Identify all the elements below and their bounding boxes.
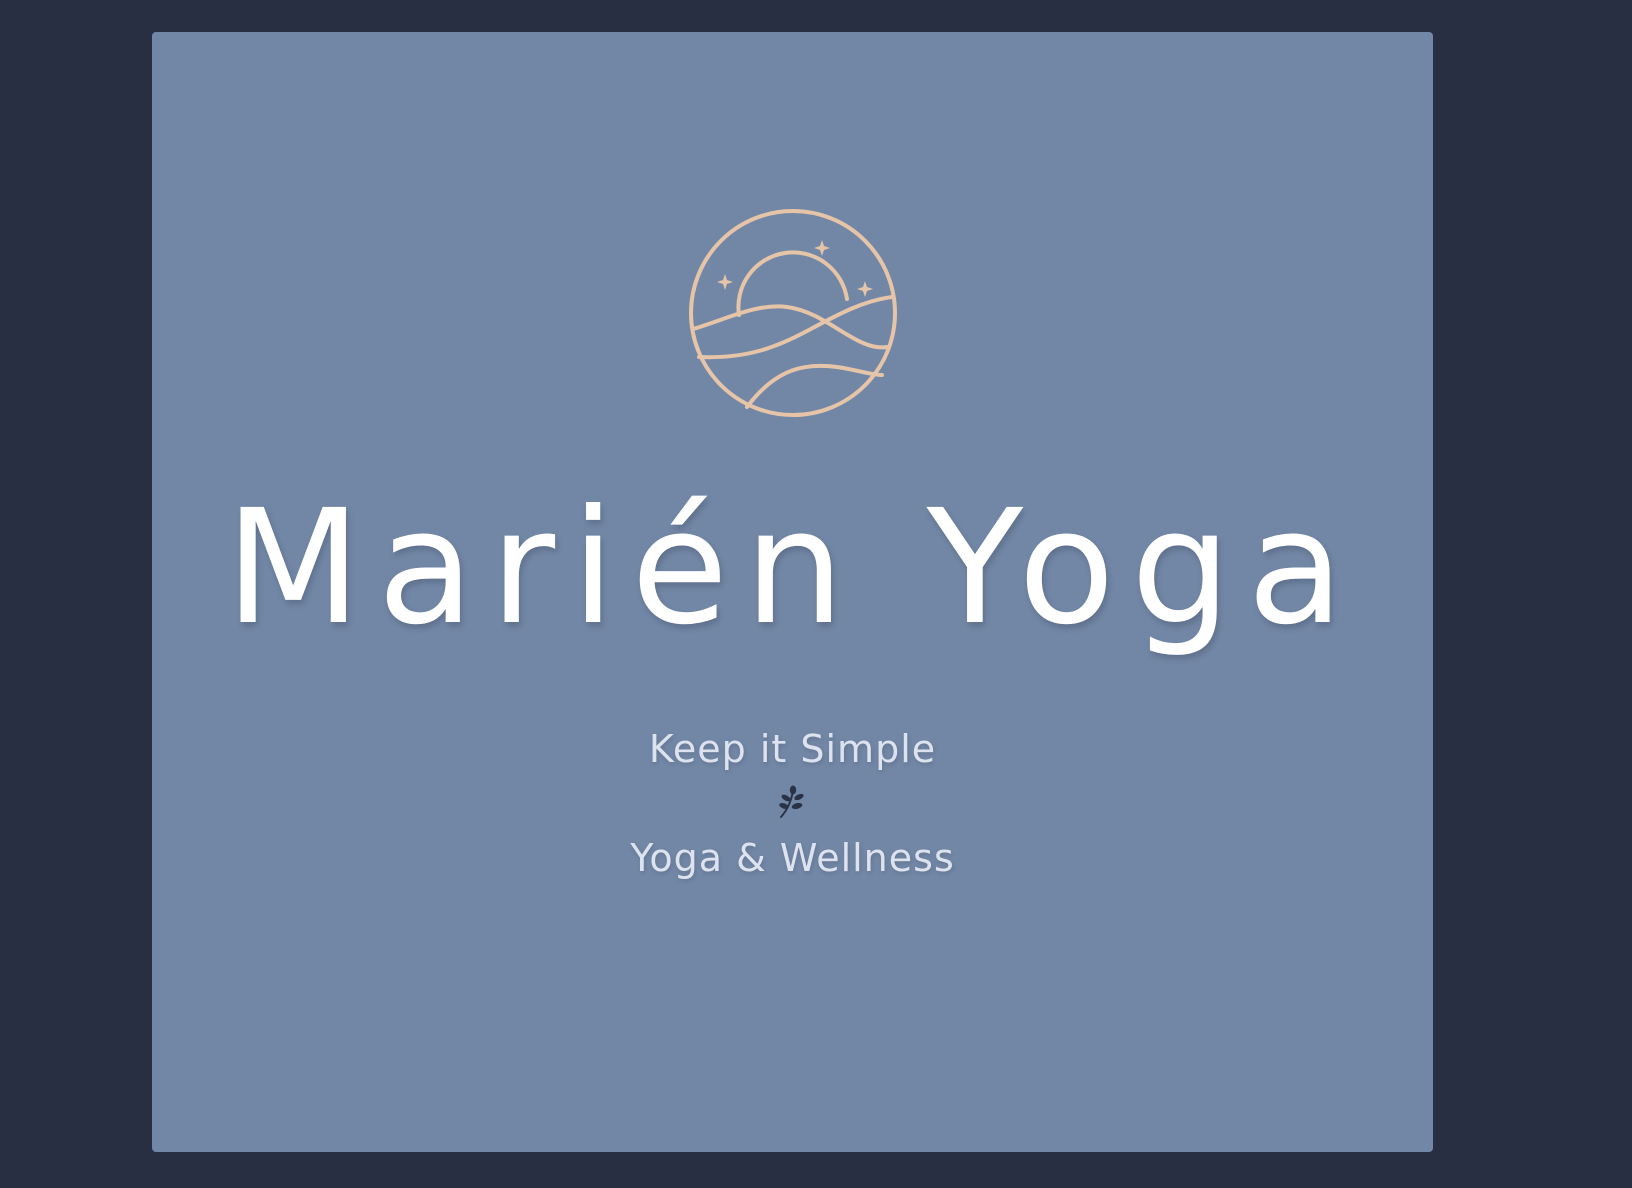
- site-title: Marién Yoga: [225, 476, 1360, 660]
- tagline-yoga-wellness: Yoga & Wellness: [630, 836, 955, 880]
- tagline-keep-it-simple: Keep it Simple: [648, 727, 937, 771]
- sun-over-hills-logo-icon: [687, 207, 899, 419]
- page: Marién Yoga Keep it Simple Yoga & Wellne…: [0, 0, 1632, 1188]
- leaf-sprig-icon: [776, 785, 806, 819]
